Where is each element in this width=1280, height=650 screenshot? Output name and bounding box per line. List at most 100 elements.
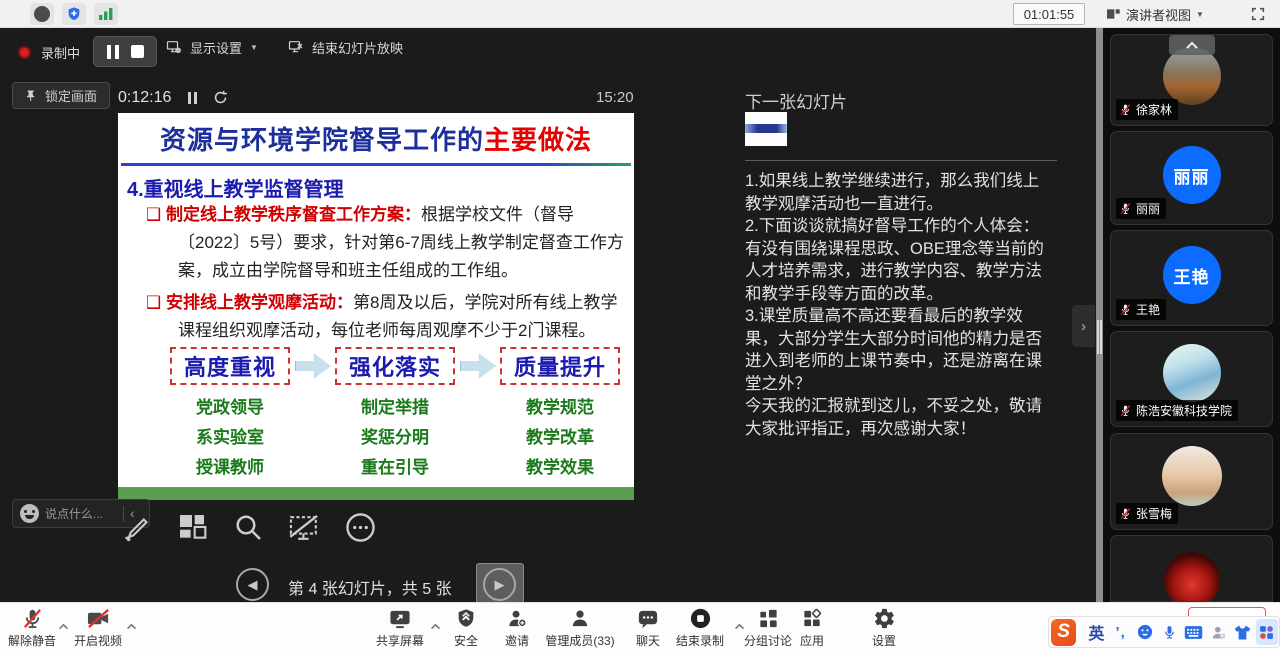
collapse-sidebar-button[interactable]: › (1072, 305, 1095, 347)
ime-language-toggle[interactable]: 英 (1085, 619, 1107, 645)
ime-voice-button[interactable] (1158, 619, 1180, 645)
meeting-duration: 01:01:55 (1013, 3, 1085, 25)
participant-tile[interactable]: 王艳 王艳 (1110, 230, 1273, 326)
scroll-up-button[interactable] (1169, 35, 1215, 55)
bullet-1-label: 制定线上教学秩序督查工作方案： (166, 205, 421, 224)
share-screen-icon (388, 607, 412, 630)
members-icon (568, 607, 592, 630)
ime-punctuation-toggle[interactable]: ’, (1110, 619, 1132, 645)
slide-column-3: 教学规范 教学改革 教学效果 (500, 393, 620, 483)
mic-muted-icon (1119, 507, 1132, 520)
timer-reset-button[interactable] (212, 89, 229, 111)
slide-column-1: 党政领导 系实验室 授课教师 (170, 393, 290, 483)
mic-muted-icon (1119, 404, 1132, 417)
slides-grid-icon (176, 511, 208, 543)
bullet-square-icon: ❑ (146, 293, 161, 312)
video-options-chevron[interactable] (126, 617, 137, 635)
ime-emoji-button[interactable] (1134, 619, 1156, 645)
next-icon: ▶ (495, 577, 505, 593)
fullscreen-button[interactable] (1248, 4, 1268, 24)
recording-controls (93, 36, 157, 67)
recording-dot-icon (18, 46, 31, 59)
mic-muted-icon (21, 607, 44, 630)
chat-input[interactable] (45, 507, 119, 521)
shield-plus-icon (66, 6, 82, 22)
layout-view-icon (1105, 6, 1121, 22)
slide-bullet-1: ❑ 制定线上教学秩序督查工作方案：根据学校文件（督导〔2022〕5号）要求，针对… (146, 201, 628, 285)
ime-toolbox-button[interactable] (1256, 619, 1278, 645)
security-shield-icon[interactable] (62, 3, 86, 25)
share-options-chevron[interactable] (430, 617, 441, 635)
participant-name-tag: 陈浩安徽科技学院 (1116, 400, 1238, 421)
display-settings-button[interactable]: 显示设置 ▼ (165, 36, 258, 58)
timer-pause-button[interactable] (188, 92, 197, 104)
panel-resize-divider[interactable] (1096, 28, 1103, 602)
end-slideshow-button[interactable]: 结束幻灯片放映 (287, 36, 403, 58)
mic-muted-icon (1119, 303, 1132, 316)
slide-column-2: 制定举措 奖惩分明 重在引导 (335, 393, 455, 483)
pen-icon (120, 510, 150, 544)
sogou-logo-icon[interactable]: S (1051, 619, 1076, 646)
process-box-1: 高度重视 (170, 347, 290, 385)
participant-tile[interactable]: 丽丽 丽丽 (1110, 131, 1273, 225)
next-slide-button[interactable]: ▶ (483, 568, 516, 601)
note-paragraph: 1.如果线上教学继续进行，那么我们线上教学观摩活动也一直进行。 (745, 170, 1048, 215)
participant-tile[interactable]: 张雪梅 (1110, 433, 1273, 530)
meeting-info-icon[interactable] (30, 3, 54, 25)
previous-slide-button[interactable]: ◀ (236, 568, 269, 601)
stop-recording-button[interactable] (131, 45, 144, 58)
end-slideshow-icon (287, 39, 304, 55)
emoji-icon[interactable] (20, 504, 39, 523)
avatar (1164, 552, 1220, 602)
next-slide-thumbnail[interactable] (745, 112, 787, 146)
more-options-button[interactable] (340, 505, 380, 549)
keyboard-icon (1184, 625, 1203, 640)
invite-person-icon (505, 607, 529, 630)
participant-name-tag: 丽丽 (1116, 198, 1166, 219)
process-box-3: 质量提升 (500, 347, 620, 385)
camera-muted-icon (86, 607, 111, 630)
fullscreen-icon (1250, 6, 1266, 22)
slide-title-blue: 资源与环境学院督导工作的 (160, 125, 484, 155)
mic-icon (1162, 623, 1177, 641)
mic-muted-icon (1119, 202, 1132, 215)
chevron-down-icon: ▼ (250, 43, 258, 52)
info-circle-icon (34, 6, 50, 22)
slide-navigator-button[interactable] (172, 505, 212, 549)
settings-button[interactable]: 设置 (842, 607, 926, 649)
mic-options-chevron[interactable] (58, 617, 69, 635)
arrow-right-icon (460, 352, 496, 380)
pin-icon (25, 89, 38, 103)
participant-name-tag: 徐家林 (1116, 99, 1178, 120)
end-slideshow-label: 结束幻灯片放映 (312, 38, 403, 57)
slide-position-label: 第 4 张幻灯片，共 5 张 (288, 575, 452, 599)
participant-tile[interactable]: 陈浩安徽科技学院 (1110, 331, 1273, 427)
participant-tile[interactable] (1110, 535, 1273, 602)
pin-view-button[interactable]: 锁定画面 (12, 82, 110, 109)
magnifier-icon (232, 511, 264, 543)
note-paragraph: 2.下面谈谈就搞好督导工作的个人体会：有没有围绕课程思政、OBE理念等当前的人才… (745, 215, 1048, 305)
ime-account-button[interactable] (1207, 619, 1229, 645)
refresh-icon (212, 89, 229, 106)
recording-options-chevron[interactable] (734, 617, 745, 635)
pause-recording-button[interactable] (107, 45, 119, 59)
stop-record-icon (689, 607, 712, 630)
pen-tool-button[interactable] (115, 505, 155, 549)
grid-icon (1258, 624, 1275, 641)
display-settings-label: 显示设置 (190, 38, 242, 57)
pin-view-label: 锁定画面 (45, 86, 97, 105)
ime-keyboard-button[interactable] (1183, 619, 1205, 645)
prev-icon: ◀ (248, 577, 258, 593)
avatar (1163, 344, 1221, 402)
ime-toolbar: S 英 ’, (1048, 616, 1280, 648)
view-mode-select[interactable]: 演讲者视图 ▼ (1105, 3, 1204, 25)
avatar (1163, 47, 1221, 105)
zoom-slide-button[interactable] (228, 505, 268, 549)
network-quality-icon[interactable] (94, 3, 118, 25)
ime-skin-button[interactable] (1231, 619, 1253, 645)
chevron-right-icon: › (1081, 318, 1086, 335)
process-box-2: 强化落实 (335, 347, 455, 385)
note-paragraph: 3.课堂质量高不高还要看最后的教学效果，大部分学生大部分时间他的精力是否进入到老… (745, 305, 1048, 395)
black-screen-button[interactable] (284, 505, 324, 549)
speaker-notes: 1.如果线上教学继续进行，那么我们线上教学观摩活动也一直进行。 2.下面谈谈就搞… (745, 170, 1048, 440)
